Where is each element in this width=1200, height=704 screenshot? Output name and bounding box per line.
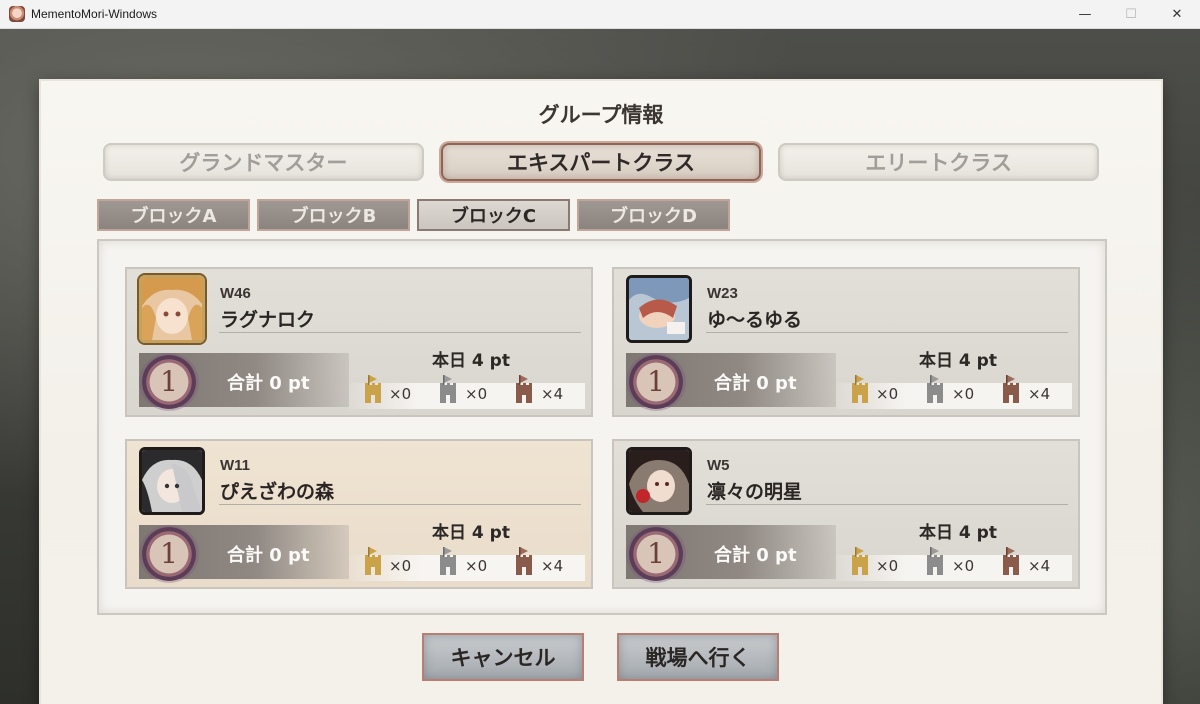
group-avatar — [139, 447, 205, 515]
dialog-title: グループ情報 — [538, 102, 664, 127]
world-id: W5 — [707, 457, 730, 474]
group-avatar — [139, 275, 205, 343]
gold-tower-icon — [365, 547, 381, 575]
total-points: 合計 0 pt — [714, 373, 797, 394]
group-avatar — [626, 447, 692, 515]
tab-block-a[interactable]: ブロックA — [97, 199, 250, 231]
group-card[interactable]: W46 ラグナロク 本日 4 pt 1 合計 0 pt ×0 ×0 ×4 — [125, 267, 593, 417]
total-points: 合計 0 pt — [227, 373, 310, 394]
rank-number: 1 — [647, 537, 665, 570]
world-id: W11 — [220, 457, 251, 474]
total-points: 合計 0 pt — [227, 545, 310, 566]
today-points: 本日 4 pt — [919, 523, 997, 543]
minimize-button[interactable]: — — [1062, 0, 1108, 29]
group-name: 凛々の明星 — [707, 481, 803, 503]
group-info-dialog: グループ情報 グランドマスター エキスパートクラス エリートクラス ブロックA … — [41, 81, 1161, 704]
group-card[interactable]: W5 凛々の明星 本日 4 pt 1 合計 0 pt ×0 ×0 ×4 — [612, 439, 1080, 589]
block-tabs: ブロックA ブロックB ブロックC ブロックD — [97, 199, 730, 231]
rank-number: 1 — [647, 365, 665, 398]
gold-tower-count: ×0 — [876, 557, 899, 575]
tab-block-d[interactable]: ブロックD — [577, 199, 730, 231]
maximize-button[interactable]: ☐ — [1108, 0, 1154, 29]
tab-block-b[interactable]: ブロックB — [257, 199, 410, 231]
bronze-tower-icon — [1003, 547, 1019, 575]
group-card[interactable]: W23 ゆ〜るゆる 本日 4 pt 1 合計 0 pt ×0 ×0 ×4 — [612, 267, 1080, 417]
app-icon — [9, 6, 25, 22]
gold-tower-count: ×0 — [389, 385, 412, 403]
bronze-tower-count: ×4 — [541, 557, 564, 575]
window-controls: — ☐ ✕ — [1062, 0, 1200, 29]
game-background: グループ情報 グランドマスター エキスパートクラス エリートクラス ブロックA … — [0, 29, 1200, 704]
group-avatar — [626, 275, 692, 343]
today-points: 本日 4 pt — [432, 351, 510, 371]
silver-tower-icon — [927, 375, 943, 403]
rank-number: 1 — [160, 365, 178, 398]
tab-expert-class[interactable]: エキスパートクラス — [440, 143, 762, 181]
close-button[interactable]: ✕ — [1154, 0, 1200, 29]
class-tabs: グランドマスター エキスパートクラス エリートクラス — [103, 143, 1100, 181]
group-card[interactable]: W11 ぴえざわの森 本日 4 pt 1 合計 0 pt ×0 ×0 ×4 — [125, 439, 593, 589]
bronze-tower-count: ×4 — [1028, 385, 1051, 403]
group-name: ぴえざわの森 — [220, 481, 335, 503]
gold-tower-icon — [852, 547, 868, 575]
group-list-panel: W46 ラグナロク 本日 4 pt 1 合計 0 pt ×0 ×0 ×4 W23… — [97, 239, 1107, 615]
silver-tower-icon — [927, 547, 943, 575]
group-name: ゆ〜るゆる — [707, 309, 803, 331]
bronze-tower-count: ×4 — [1028, 557, 1051, 575]
gold-tower-count: ×0 — [389, 557, 412, 575]
silver-tower-count: ×0 — [465, 557, 488, 575]
window-titlebar: MementoMori-Windows — ☐ ✕ — [0, 0, 1200, 29]
tab-block-c[interactable]: ブロックC — [417, 199, 570, 231]
bronze-tower-icon — [1003, 375, 1019, 403]
gold-tower-icon — [852, 375, 868, 403]
tab-elite-class[interactable]: エリートクラス — [778, 143, 1100, 181]
silver-tower-icon — [440, 547, 456, 575]
bronze-tower-icon — [516, 375, 532, 403]
divider — [219, 332, 581, 333]
world-id: W23 — [707, 285, 738, 302]
cancel-button[interactable]: キャンセル — [422, 633, 584, 681]
gold-tower-count: ×0 — [876, 385, 899, 403]
bronze-tower-count: ×4 — [541, 385, 564, 403]
bronze-tower-icon — [516, 547, 532, 575]
gold-tower-icon — [365, 375, 381, 403]
total-points: 合計 0 pt — [714, 545, 797, 566]
silver-tower-count: ×0 — [465, 385, 488, 403]
silver-tower-count: ×0 — [952, 557, 975, 575]
divider — [706, 504, 1068, 505]
go-to-battlefield-button[interactable]: 戦場へ行く — [617, 633, 779, 681]
divider — [219, 504, 581, 505]
silver-tower-icon — [440, 375, 456, 403]
silver-tower-count: ×0 — [952, 385, 975, 403]
today-points: 本日 4 pt — [432, 523, 510, 543]
rank-number: 1 — [160, 537, 178, 570]
tab-grandmaster[interactable]: グランドマスター — [103, 143, 424, 181]
window-title: MementoMori-Windows — [31, 7, 158, 21]
today-points: 本日 4 pt — [919, 351, 997, 371]
group-name: ラグナロク — [220, 309, 316, 331]
divider — [706, 332, 1068, 333]
world-id: W46 — [220, 285, 251, 302]
